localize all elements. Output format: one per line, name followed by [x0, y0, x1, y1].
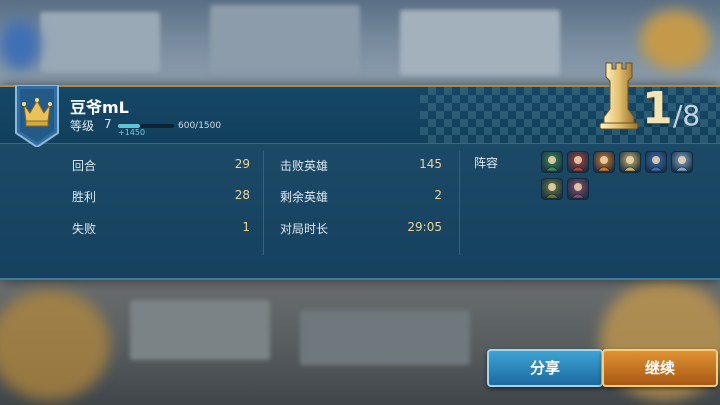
losses-label: 失败 [72, 222, 97, 236]
xp-progress-text: 600/1500 [178, 121, 222, 131]
continue-button[interactable]: 继续 [602, 349, 718, 387]
heroes-defeated-value: 145 [419, 157, 442, 171]
wins-label: 胜利 [72, 190, 97, 204]
losses-value: 1 [242, 220, 250, 234]
board-tile [300, 310, 470, 365]
wins-value: 28 [234, 188, 250, 202]
match-result-panel: 豆爷mL 等级 7 +1450 600/1500 1 /8 回合 29 胜利 2… [0, 62, 720, 280]
rank-place: 1 [642, 83, 673, 134]
heroes-remaining-value: 2 [434, 188, 442, 202]
heroes-remaining-label: 剩余英雄 [280, 190, 329, 204]
lineup-label: 阵容 [474, 156, 499, 170]
level-value: 7 [104, 117, 112, 131]
board-decoration [640, 10, 710, 70]
player-name: 豆爷mL [70, 98, 129, 117]
duration-label: 对局时长 [280, 222, 329, 236]
goblin-mech-hero-icon [542, 179, 562, 199]
board-tile [40, 12, 160, 72]
board-tile [400, 10, 560, 76]
column-divider [263, 151, 264, 255]
rounds-label: 回合 [72, 159, 97, 173]
board-tile [210, 5, 360, 75]
crown-badge-icon [15, 85, 59, 147]
level-label: 等级 [70, 119, 95, 133]
red-warrior-hero-icon [568, 152, 588, 172]
green-dragon-hero-icon [542, 152, 562, 172]
blue-knight-hero-icon [646, 152, 666, 172]
board-decoration [0, 20, 40, 70]
fire-spirit-hero-icon [594, 152, 614, 172]
xp-gain: +1450 [118, 128, 146, 137]
share-button[interactable]: 分享 [487, 349, 603, 387]
rounds-value: 29 [234, 157, 250, 171]
rank-total: /8 [673, 99, 701, 132]
duration-value: 29:05 [407, 220, 442, 234]
ice-mage-hero-icon [672, 152, 692, 172]
chess-rook-icon [599, 62, 639, 130]
paladin-hero-icon [620, 152, 640, 172]
orc-rider-hero-icon [568, 179, 588, 199]
heroes-defeated-label: 击败英雄 [280, 159, 329, 173]
board-tile [130, 300, 270, 360]
column-divider [459, 151, 460, 255]
